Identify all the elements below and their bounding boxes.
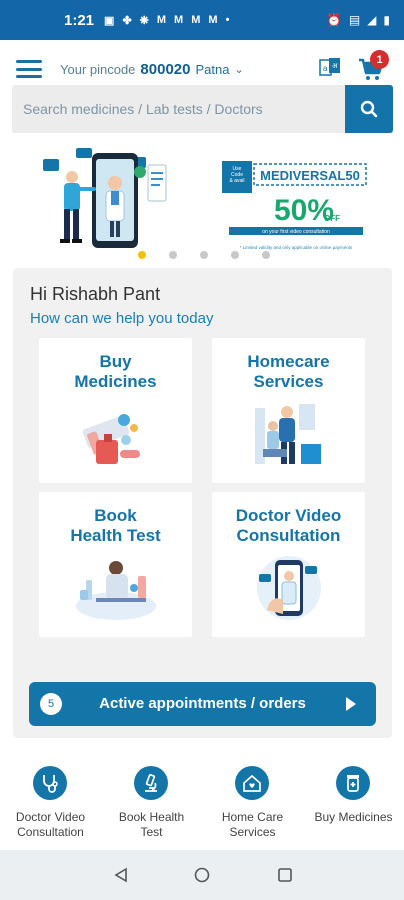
video-consult-illustration bbox=[257, 556, 321, 620]
search-input[interactable] bbox=[12, 85, 345, 133]
home-care-icon bbox=[235, 766, 269, 800]
back-icon[interactable] bbox=[113, 867, 129, 883]
cart-count-badge: 1 bbox=[370, 50, 389, 69]
svg-text:a: a bbox=[323, 64, 328, 73]
gallery-icon: ▣ bbox=[104, 14, 115, 27]
dot-icon: • bbox=[225, 13, 230, 26]
chevron-down-icon: ⌄ bbox=[234, 64, 244, 76]
city-name: Patna bbox=[195, 62, 230, 77]
svg-text:अ: अ bbox=[332, 63, 338, 70]
tile-label: Homecare Services bbox=[247, 352, 330, 391]
data-icon: ▤ bbox=[348, 13, 361, 27]
pagination-dot[interactable] bbox=[200, 251, 208, 259]
signal-icon: ◢ bbox=[367, 13, 377, 27]
gmail-icon: M bbox=[156, 13, 167, 26]
pagination-dot[interactable] bbox=[169, 251, 177, 259]
microscope-icon bbox=[134, 766, 168, 800]
pincode-label: Your pincode bbox=[60, 62, 136, 77]
homecare-illustration bbox=[255, 404, 321, 464]
recents-icon[interactable] bbox=[277, 867, 293, 883]
tile-label: Buy Medicines bbox=[74, 352, 157, 391]
doctor-video-consultation-tile[interactable]: Doctor Video Consultation bbox=[212, 492, 365, 637]
nav-label: Book Health Test bbox=[118, 810, 185, 839]
gmail-icon: M bbox=[174, 13, 184, 26]
fan-icon: ✤ bbox=[122, 14, 132, 27]
notification-icons: ▣ ✤ ❋ M M M M • bbox=[104, 14, 229, 27]
lab-test-illustration bbox=[76, 561, 156, 620]
alarm-icon: ⏰ bbox=[326, 13, 342, 27]
buy-medicines-tile[interactable]: Buy Medicines bbox=[39, 338, 192, 483]
gmail-icon: M bbox=[208, 13, 218, 26]
nav-book-health-test[interactable]: Book Health Test bbox=[101, 758, 202, 848]
nav-label: Buy Medicines bbox=[314, 810, 393, 824]
medicines-illustration bbox=[82, 414, 140, 464]
pagination-dot[interactable] bbox=[231, 251, 239, 259]
battery-icon: ▮ bbox=[383, 13, 390, 27]
offer-terms: * Limited validity and only applicable o… bbox=[240, 245, 353, 250]
bottom-navigation: Doctor Video Consultation Book Health Te… bbox=[0, 758, 404, 848]
translate-icon[interactable]: a अ bbox=[318, 56, 342, 80]
nav-label: Home Care Services bbox=[221, 810, 284, 839]
tile-label: Doctor Video Consultation bbox=[235, 506, 342, 545]
offer-off: OFF bbox=[324, 214, 340, 223]
pagination-dot[interactable] bbox=[262, 251, 270, 259]
play-arrow-icon bbox=[346, 697, 356, 711]
system-icons: ⏰ ▤ ◢ ▮ bbox=[327, 13, 390, 27]
offer-block: Use Code & avail MEDIVERSAL50 50% OFF on y… bbox=[222, 161, 367, 250]
greeting-text: Hi Rishabh Pant bbox=[30, 284, 161, 304]
pagination-dot[interactable] bbox=[138, 251, 146, 259]
offer-code: MEDIVERSAL50 bbox=[260, 168, 360, 183]
status-bar: 1:21 ▣ ✤ ❋ M M M M • ⏰ ▤ ◢ ▮ bbox=[0, 0, 404, 40]
offer-subtitle: on your first video consultation bbox=[262, 229, 330, 235]
hamburger-menu-icon[interactable] bbox=[16, 60, 42, 78]
status-time: 1:21 bbox=[64, 11, 95, 29]
home-icon[interactable] bbox=[194, 867, 210, 883]
nav-home-care-services[interactable]: Home Care Services bbox=[202, 758, 303, 848]
appointments-label: Active appointments / orders bbox=[99, 695, 306, 712]
android-navigation-bar bbox=[0, 850, 404, 900]
stethoscope-icon bbox=[33, 766, 67, 800]
nav-buy-medicines[interactable]: Buy Medicines bbox=[303, 758, 404, 848]
search-bar bbox=[12, 85, 393, 133]
search-button[interactable] bbox=[345, 85, 393, 133]
search-icon bbox=[360, 100, 378, 118]
homecare-services-tile[interactable]: Homecare Services bbox=[212, 338, 365, 483]
active-appointments-button[interactable]: 5 Active appointments / orders bbox=[29, 682, 376, 726]
help-subtitle: How can we help you today bbox=[30, 310, 214, 327]
pill-bottle-icon bbox=[336, 766, 370, 800]
banner-pagination bbox=[0, 251, 404, 259]
nav-label: Doctor Video Consultation bbox=[15, 810, 86, 839]
pincode-selector[interactable]: Your pincode 800020 Patna ⌄ bbox=[60, 61, 244, 78]
settings-icon: ❋ bbox=[139, 14, 149, 27]
pincode-value: 800020 bbox=[140, 61, 191, 78]
doctor-phone-illustration bbox=[43, 148, 167, 248]
book-health-test-tile[interactable]: Book Health Test bbox=[39, 492, 192, 637]
gmail-icon: M bbox=[191, 13, 201, 26]
promo-banner[interactable]: Use Code & avail MEDIVERSAL50 50% OFF on y… bbox=[0, 145, 404, 255]
tile-label: Book Health Test bbox=[70, 506, 161, 545]
nav-doctor-video-consultation[interactable]: Doctor Video Consultation bbox=[0, 758, 101, 848]
